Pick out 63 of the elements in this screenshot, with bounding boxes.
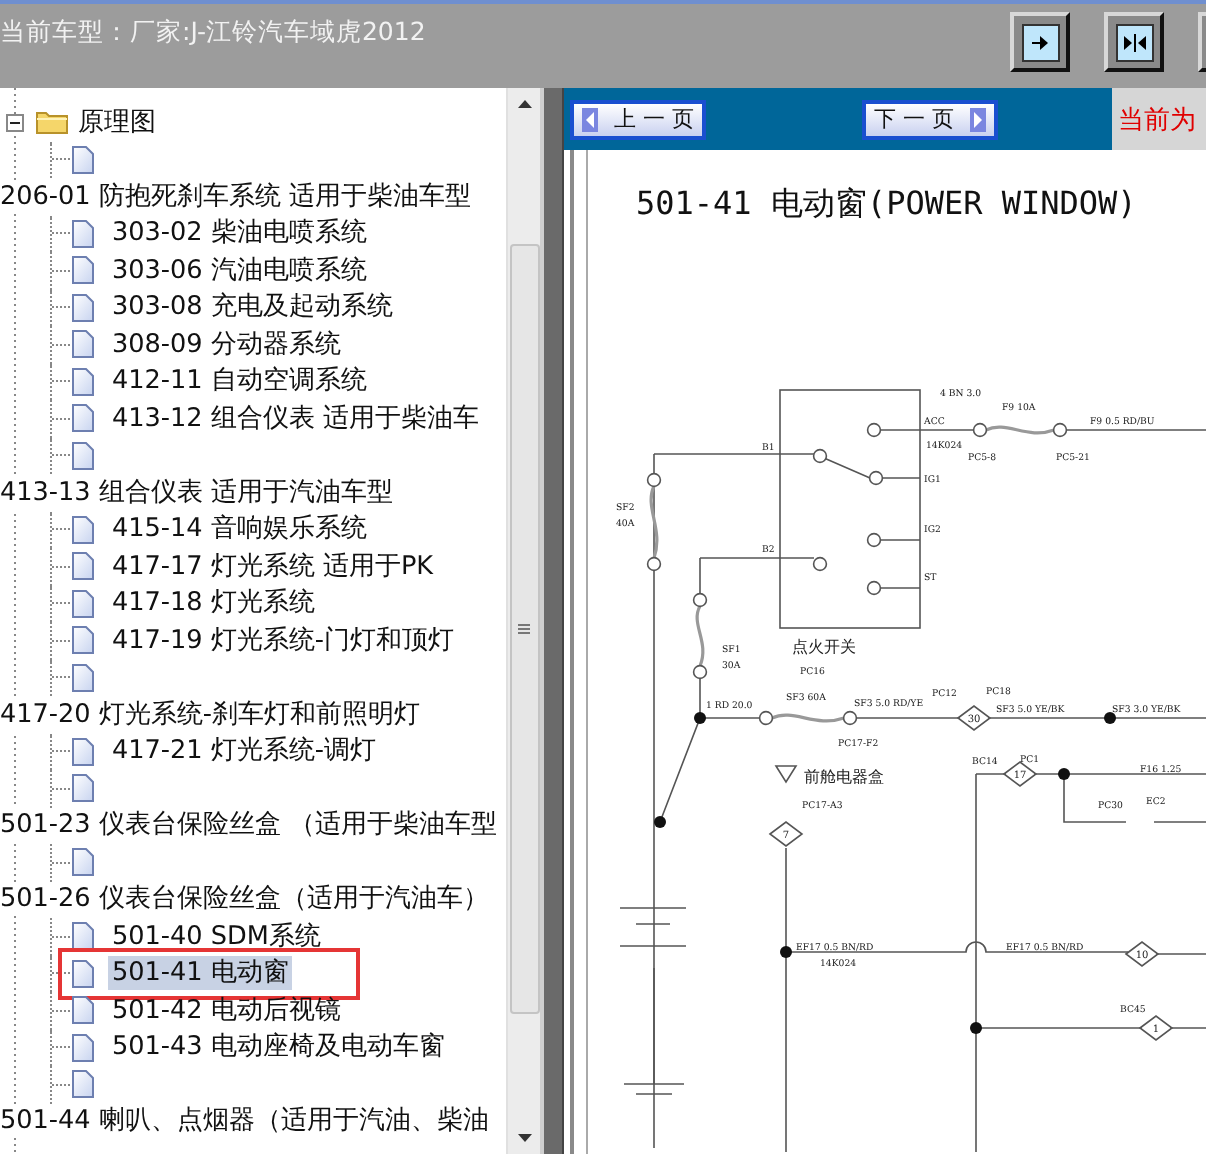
- toolbar-button[interactable]: [1104, 12, 1164, 72]
- tree-item[interactable]: 413-12 组合仪表 适用于柴油车: [108, 401, 483, 436]
- tree-item[interactable]: 417-18 灯光系统: [108, 586, 319, 621]
- document-icon: [72, 330, 94, 359]
- collapse-toggle[interactable]: [6, 113, 24, 132]
- document-icon: [72, 774, 94, 803]
- tree-item[interactable]: 417-20 灯光系统-刹车灯和前照明灯: [0, 697, 421, 732]
- tree-item[interactable]: 415-14 音响娱乐系统: [108, 512, 371, 547]
- tree-item[interactable]: 308-09 分动器系统: [108, 327, 345, 362]
- tree-item[interactable]: 412-11 自动空调系统: [108, 364, 371, 399]
- tree-item[interactable]: 303-02 柴油电喷系统: [108, 216, 371, 251]
- document-icon: [72, 404, 94, 433]
- page-status: 当前为: [1112, 88, 1206, 150]
- document-icon: [72, 515, 94, 544]
- splitter[interactable]: [540, 88, 564, 1154]
- arrow-right-icon: [970, 107, 986, 131]
- tree-item[interactable]: 501-44 喇叭、点烟器（适用于汽油、柴油: [0, 1104, 489, 1139]
- document-icon: [72, 367, 94, 396]
- document-icon: [72, 219, 94, 248]
- tree-item[interactable]: 501-23 仪表台保险丝盒 （适用于柴油车型: [0, 808, 497, 843]
- arrow-left-icon: [582, 107, 598, 131]
- document-icon: [72, 922, 94, 951]
- document-icon: [72, 959, 94, 988]
- scrollbar-thumb[interactable]: [509, 244, 539, 1014]
- document-icon: [72, 589, 94, 618]
- document-icon: [72, 256, 94, 285]
- document-icon: [72, 145, 94, 174]
- window-title: 当前车型：厂家:J-江铃汽车域虎2012: [0, 14, 426, 50]
- document-icon: [72, 848, 94, 877]
- document-icon: [72, 1070, 94, 1099]
- tree-item[interactable]: 206-01 防抱死刹车系统 适用于柴油车型: [0, 179, 471, 214]
- document-icon: [72, 663, 94, 692]
- document-icon: [72, 1033, 94, 1062]
- folder-icon: [36, 110, 68, 135]
- document-icon: [72, 293, 94, 322]
- diagram-label: 前舱电器盒: [804, 768, 884, 786]
- tree-item[interactable]: 501-40 SDM系统: [108, 919, 325, 954]
- tree-item[interactable]: 417-19 灯光系统-门灯和顶灯: [108, 623, 459, 658]
- next-page-button[interactable]: 下 一 页: [862, 99, 998, 139]
- tree-item[interactable]: 413-13 组合仪表 适用于汽油车型: [0, 475, 393, 510]
- previous-page-button[interactable]: 上 一 页: [570, 99, 706, 139]
- document-icon: [72, 737, 94, 766]
- tree-item[interactable]: 501-43 电动座椅及电动车窗: [108, 1030, 449, 1065]
- document-icon: [72, 626, 94, 655]
- tree-item[interactable]: 417-17 灯光系统 适用于PK: [108, 549, 438, 584]
- document-icon: [72, 996, 94, 1025]
- triangle-down-icon: [517, 1134, 531, 1142]
- tree-item[interactable]: 501-42 电动后视镜: [108, 993, 345, 1028]
- arrows-inward-icon: [1121, 33, 1147, 51]
- toolbar-button[interactable]: [1010, 12, 1070, 72]
- document-title: 501-41 电动窗(POWER WINDOW): [634, 181, 1139, 225]
- tree-item[interactable]: 501-41 电动窗: [108, 956, 293, 991]
- diagram-label: 点火开关: [792, 638, 856, 656]
- tree-item[interactable]: 原理图: [78, 105, 156, 140]
- tree-item[interactable]: 303-06 汽油电喷系统: [108, 253, 371, 288]
- scrollbar[interactable]: [506, 88, 540, 1154]
- document-icon: [72, 441, 94, 470]
- arrow-right-icon: [1031, 33, 1049, 51]
- tree-item[interactable]: 303-08 充电及起动系统: [108, 290, 397, 325]
- document-icon: [72, 552, 94, 581]
- triangle-up-icon: [517, 100, 531, 108]
- tree-item[interactable]: 417-21 灯光系统-调灯: [108, 734, 381, 769]
- grip-icon: [518, 623, 530, 635]
